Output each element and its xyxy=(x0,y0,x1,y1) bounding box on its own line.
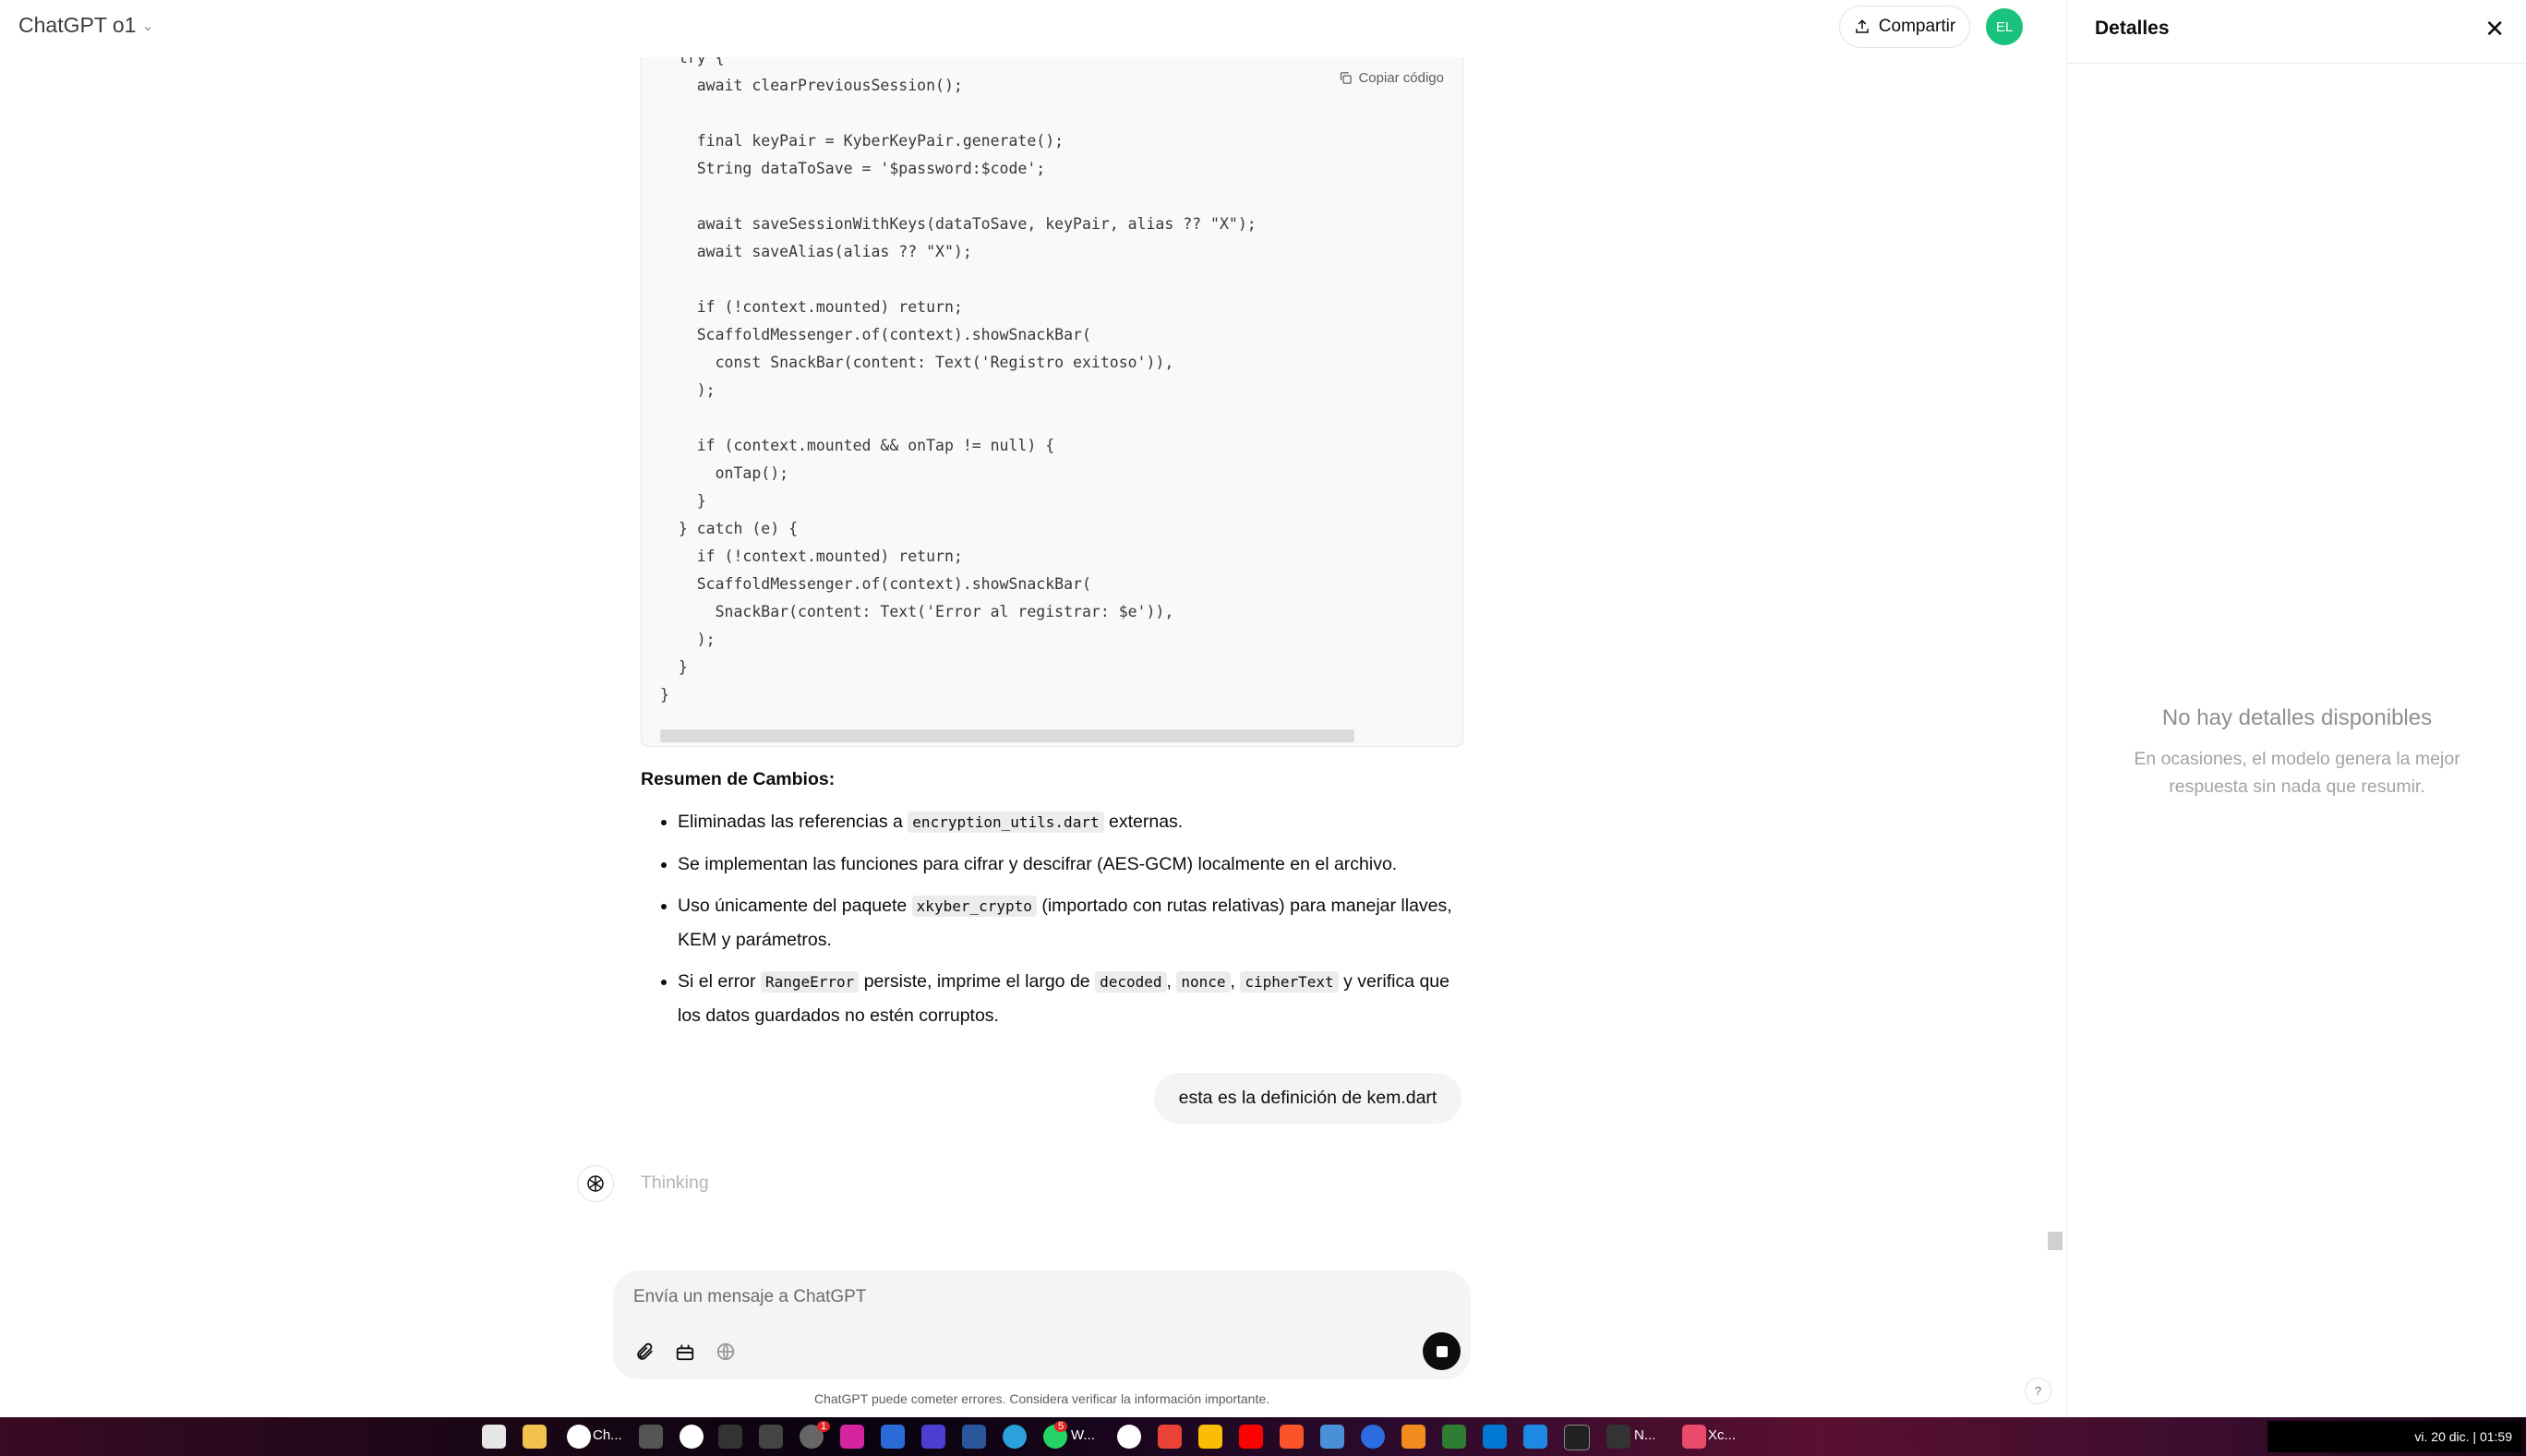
google-drive-icon[interactable] xyxy=(1198,1425,1222,1449)
github-icon[interactable] xyxy=(680,1425,704,1449)
text: Uso únicamente del paquete xyxy=(678,896,912,916)
text: , xyxy=(1230,971,1241,992)
text: persiste, imprime el largo de xyxy=(859,971,1096,992)
inline-code: cipherText xyxy=(1240,971,1339,993)
summary-list: Eliminadas las referencias a encryption_… xyxy=(641,805,1472,1032)
inline-code: RangeError xyxy=(760,971,860,993)
share-icon xyxy=(1856,19,1869,33)
code-block: try { await clearPreviousSession(); fina… xyxy=(641,44,1463,747)
message-input[interactable]: Envía un mensaje a ChatGPT xyxy=(633,1287,866,1307)
tools-icon[interactable] xyxy=(672,1339,698,1365)
model-title[interactable]: ChatGPT o1 xyxy=(18,13,136,38)
vscode-icon[interactable] xyxy=(1483,1425,1507,1449)
text: Eliminadas las referencias a xyxy=(678,812,908,832)
notification-badge: 5 xyxy=(1054,1421,1068,1432)
help-button[interactable]: ? xyxy=(2025,1378,2051,1404)
youtube-icon[interactable] xyxy=(1239,1425,1263,1449)
list-item: Uso únicamente del paquete xkyber_crypto… xyxy=(678,889,1472,957)
list-item: Eliminadas las referencias a encryption_… xyxy=(678,805,1472,839)
app-icon[interactable] xyxy=(1320,1425,1344,1449)
stop-generating-button[interactable] xyxy=(1423,1332,1461,1370)
app-icon[interactable] xyxy=(718,1425,742,1449)
text: , xyxy=(1166,971,1177,992)
taskbar-label-notes[interactable]: N... xyxy=(1634,1427,1655,1443)
system-clock[interactable]: vi. 20 dic. | 01:59 xyxy=(2267,1421,2521,1452)
list-item: Se implementan las funciones para cifrar… xyxy=(678,848,1472,881)
list-item: Si el error RangeError persiste, imprime… xyxy=(678,965,1472,1032)
word-icon[interactable] xyxy=(962,1425,986,1449)
empty-state-text: En ocasiones, el modelo genera la mejor … xyxy=(2134,749,2460,797)
code-content: try { await clearPreviousSession(); fina… xyxy=(660,49,1257,704)
inline-code: xkyber_crypto xyxy=(911,896,1037,917)
app-icon[interactable] xyxy=(921,1425,945,1449)
details-title: Detalles xyxy=(2095,18,2170,39)
thinking-status: Thinking xyxy=(641,1173,709,1193)
copy-code-label: Copiar código xyxy=(1358,70,1444,86)
message-composer[interactable]: Envía un mensaje a ChatGPT xyxy=(613,1270,1471,1379)
chevron-down-icon[interactable]: ⌄ xyxy=(141,17,153,35)
app-icon[interactable] xyxy=(1117,1425,1141,1449)
code-horizontal-scrollbar[interactable] xyxy=(660,729,1354,742)
details-header: Detalles ✕ xyxy=(2067,0,2526,64)
chatgpt-app-icon[interactable] xyxy=(567,1425,591,1449)
instagram-icon[interactable] xyxy=(840,1425,864,1449)
close-icon[interactable]: ✕ xyxy=(2484,15,2505,43)
app-icon[interactable] xyxy=(1361,1425,1385,1449)
user-avatar[interactable]: EL xyxy=(1986,8,2023,45)
os-taskbar: Ch... 1 5 W... N... Xc... vi. 20 dic. | … xyxy=(0,1417,2526,1456)
share-button[interactable]: Compartir xyxy=(1839,6,1970,48)
gmail-icon[interactable] xyxy=(1158,1425,1182,1449)
terminal-icon[interactable] xyxy=(1564,1425,1590,1450)
notification-badge: 1 xyxy=(817,1421,831,1432)
desktop-icon[interactable] xyxy=(482,1425,506,1449)
notes-icon[interactable] xyxy=(1606,1425,1630,1449)
user-message: esta es la definición de kem.dart xyxy=(1154,1073,1461,1124)
app-icon[interactable] xyxy=(639,1425,663,1449)
app-icon[interactable] xyxy=(1682,1425,1706,1449)
copy-icon xyxy=(1341,72,1353,84)
chatgpt-logo-icon xyxy=(577,1165,614,1202)
text: Se implementan las funciones para cifrar… xyxy=(678,854,1398,874)
taskbar-label-whatsapp[interactable]: W... xyxy=(1071,1427,1095,1443)
top-bar: ChatGPT o1 ⌄ Compartir EL xyxy=(0,0,2066,57)
summary-heading: Resumen de Cambios: xyxy=(641,769,836,789)
empty-state-title: No hay detalles disponibles xyxy=(2161,705,2433,730)
copy-code-button[interactable]: Copiar código xyxy=(1339,70,1444,86)
app-icon[interactable] xyxy=(1523,1425,1547,1449)
taskbar-label-chatgpt[interactable]: Ch... xyxy=(593,1427,622,1443)
telegram-icon[interactable] xyxy=(1003,1425,1027,1449)
stop-icon xyxy=(1436,1345,1448,1357)
chat-scrollbar-thumb[interactable] xyxy=(2048,1232,2063,1250)
file-explorer-icon[interactable] xyxy=(523,1425,547,1449)
inline-code: decoded xyxy=(1095,971,1167,993)
text: Si el error xyxy=(678,971,761,992)
share-label: Compartir xyxy=(1878,17,1956,36)
text: externas. xyxy=(1103,812,1184,832)
app-icon[interactable] xyxy=(759,1425,783,1449)
globe-icon[interactable] xyxy=(713,1339,739,1365)
details-panel: Detalles ✕ No hay detalles disponibles E… xyxy=(2066,0,2526,1417)
app-icon[interactable] xyxy=(1442,1425,1466,1449)
inline-code: encryption_utils.dart xyxy=(908,812,1104,833)
disclaimer: ChatGPT puede cometer errores. Considera… xyxy=(813,1391,1270,1406)
brave-icon[interactable] xyxy=(1280,1425,1304,1449)
inline-code: nonce xyxy=(1176,971,1231,993)
taskbar-label-xc[interactable]: Xc... xyxy=(1708,1427,1736,1443)
assistant-summary: Resumen de Cambios: Eliminadas las refer… xyxy=(641,763,1472,1041)
attach-icon[interactable] xyxy=(632,1339,657,1365)
model-selector[interactable]: ChatGPT o1 ⌄ xyxy=(18,13,154,38)
calendar-icon[interactable] xyxy=(881,1425,905,1449)
app-icon[interactable] xyxy=(1401,1425,1425,1449)
